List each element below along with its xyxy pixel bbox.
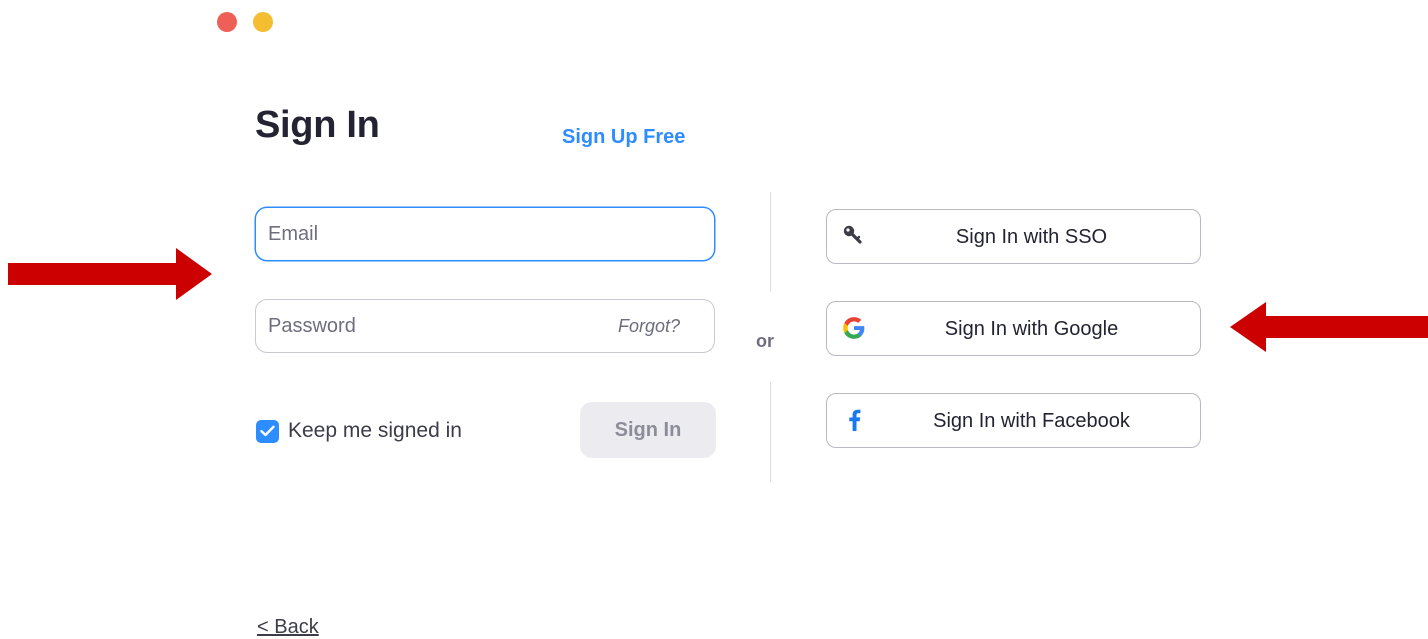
sso-button-label: Sign In with SSO xyxy=(955,226,1108,248)
window-minimize-button[interactable] xyxy=(253,12,273,32)
password-input[interactable] xyxy=(268,300,598,352)
forgot-password-link[interactable]: Forgot? xyxy=(618,316,680,337)
left-pointing-arrow xyxy=(1230,302,1428,352)
sign-in-facebook-button[interactable]: Sign In with Facebook xyxy=(826,393,1201,448)
google-button-label: Sign In with Google xyxy=(944,318,1119,340)
sign-in-sso-button[interactable]: Sign In with SSO xyxy=(826,209,1201,264)
window-close-button[interactable] xyxy=(217,12,237,32)
checkmark-icon xyxy=(260,425,275,437)
password-field[interactable]: Forgot? xyxy=(255,299,715,353)
sign-in-button[interactable]: Sign In xyxy=(580,402,716,458)
sign-in-google-button[interactable]: Sign In with Google xyxy=(826,301,1201,356)
email-field[interactable] xyxy=(255,207,715,261)
keep-signed-in-label: Keep me signed in xyxy=(288,419,462,442)
sign-up-free-link[interactable]: Sign Up Free xyxy=(562,126,685,149)
divider-line-bottom xyxy=(770,382,771,482)
keep-signed-in-option[interactable]: Keep me signed in xyxy=(256,419,462,443)
divider-line-top xyxy=(770,192,771,292)
or-separator: or xyxy=(756,331,774,351)
right-pointing-arrow xyxy=(8,248,212,300)
facebook-button-label: Sign In with Facebook xyxy=(933,410,1130,432)
back-link[interactable]: < Back xyxy=(257,616,319,639)
email-input[interactable] xyxy=(268,208,598,260)
page-title: Sign In xyxy=(255,104,380,146)
keep-signed-in-checkbox[interactable] xyxy=(256,419,279,443)
